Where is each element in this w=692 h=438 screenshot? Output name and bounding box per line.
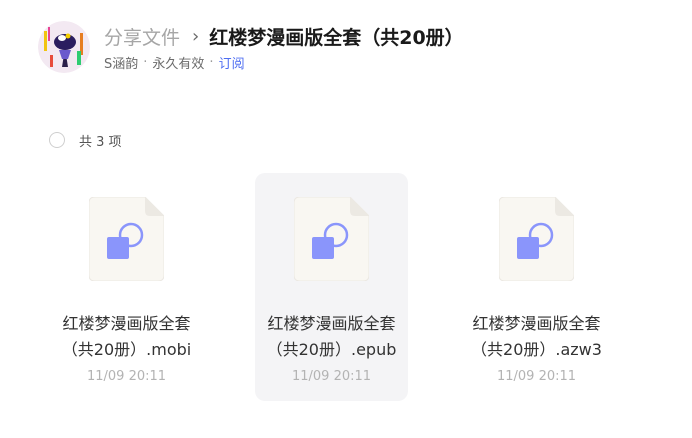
author-name: S涵韵 — [104, 56, 139, 72]
page-title: 红楼梦漫画版全套（共20册） — [209, 26, 464, 49]
select-all-row: 共 3 项 — [49, 130, 122, 150]
file-timestamp: 11/09 20:11 — [496, 369, 577, 384]
file-name-line1: 红楼梦漫画版全套 — [62, 314, 191, 333]
file-name: 红楼梦漫画版全套 （共20册）.azw3 — [440, 311, 633, 363]
file-item[interactable]: 红楼梦漫画版全套 （共20册）.epub 11/09 20:11 — [255, 173, 408, 401]
file-item[interactable]: 红楼梦漫画版全套 （共20册）.azw3 11/09 20:11 — [460, 173, 613, 401]
meta-separator: · — [209, 54, 214, 70]
item-count: 共 3 项 — [79, 134, 122, 150]
chevron-right-icon: › — [192, 25, 200, 47]
validity-text: 永久有效 — [152, 56, 205, 72]
file-name-line2: （共20册）.azw3 — [471, 340, 602, 359]
breadcrumb-root-link[interactable]: 分享文件 — [104, 23, 180, 50]
file-name: 红楼梦漫画版全套 （共20册）.epub — [235, 311, 428, 363]
select-all-checkbox[interactable] — [49, 132, 65, 148]
meta-separator: · — [143, 54, 148, 70]
file-item[interactable]: 红楼梦漫画版全套 （共20册）.mobi 11/09 20:11 — [50, 173, 203, 401]
file-name-line1: 红楼梦漫画版全套 — [472, 314, 601, 333]
avatar[interactable] — [38, 21, 90, 73]
avatar-illustration — [38, 21, 90, 73]
file-timestamp: 11/09 20:11 — [291, 369, 372, 384]
subscribe-link[interactable]: 订阅 — [219, 53, 245, 72]
file-name-line2: （共20册）.mobi — [61, 340, 192, 359]
file-name: 红楼梦漫画版全套 （共20册）.mobi — [30, 311, 223, 363]
file-timestamp: 11/09 20:11 — [86, 369, 167, 384]
breadcrumb: 分享文件 › 红楼梦漫画版全套（共20册） — [104, 22, 464, 50]
file-name-line1: 红楼梦漫画版全套 — [267, 314, 396, 333]
ebook-file-icon — [498, 196, 575, 282]
share-header: 分享文件 › 红楼梦漫画版全套（共20册） S涵韵 · 永久有效 · 订阅 — [38, 18, 678, 78]
file-name-line2: （共20册）.epub — [266, 340, 397, 359]
share-meta: S涵韵 · 永久有效 · 订阅 — [104, 53, 245, 72]
ebook-file-icon — [88, 196, 165, 282]
ebook-file-icon — [293, 196, 370, 282]
